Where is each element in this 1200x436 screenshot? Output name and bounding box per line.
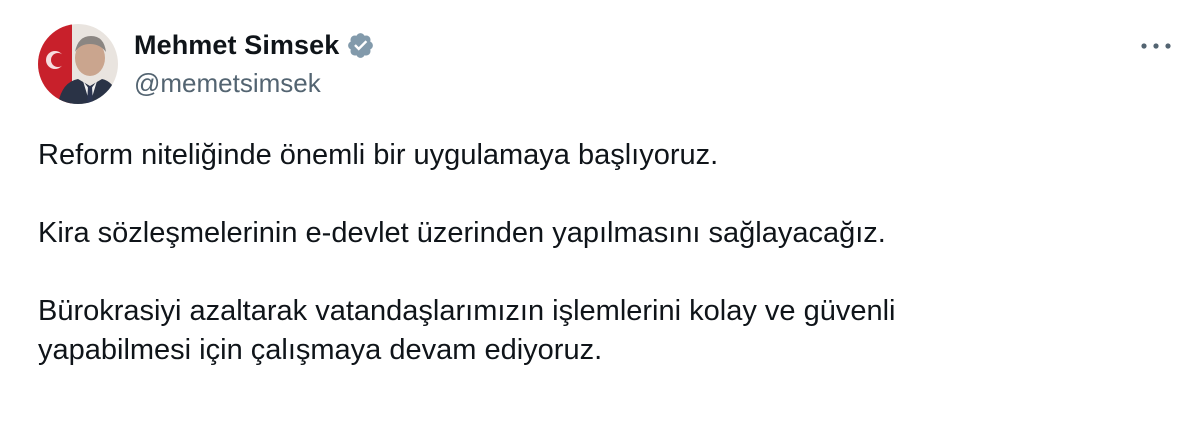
more-options-icon [1139, 41, 1173, 51]
tweet-paragraph: Kira sözleşmelerinin e-devlet üzerinden … [38, 217, 886, 249]
author-name-row[interactable]: Mehmet Simsek [134, 28, 375, 62]
avatar[interactable] [38, 24, 118, 104]
more-options-button[interactable] [1134, 28, 1178, 64]
author-handle[interactable]: @memetsimsek [134, 66, 375, 100]
tweet-text: Reform niteliğinde önemli bir uygulamaya… [38, 136, 1168, 370]
tweet-card: Mehmet Simsek @memetsimsek Reform niteli… [0, 0, 1200, 436]
verified-badge-icon [346, 31, 375, 60]
author-display-name[interactable]: Mehmet Simsek [134, 28, 339, 62]
tweet-paragraph: Bürokrasiyi azaltarak vatandaşlarımızın … [38, 295, 896, 366]
author-identity: Mehmet Simsek @memetsimsek [134, 28, 375, 100]
tweet-paragraph: Reform niteliğinde önemli bir uygulamaya… [38, 139, 719, 171]
tweet-header: Mehmet Simsek @memetsimsek [38, 24, 375, 104]
